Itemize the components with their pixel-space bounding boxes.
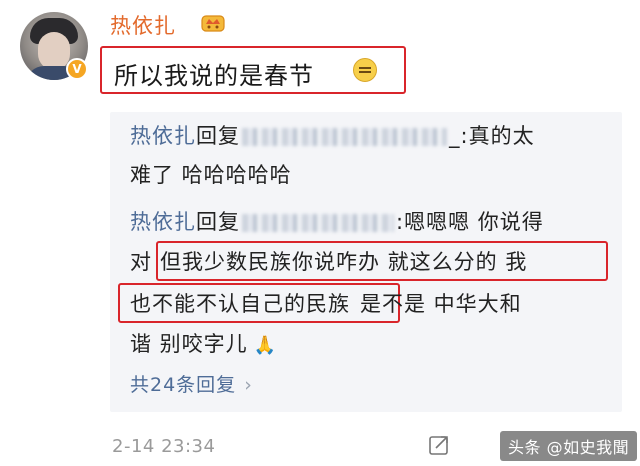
reply-2-text-1: :嗯嗯嗯 你说得 (396, 210, 544, 234)
more-replies-label: 共24条回复 (130, 374, 237, 396)
reply-2-line-1: 热依扎回复 :嗯嗯嗯 你说得 (130, 206, 544, 236)
reply-2-line-2: 对但我少数民族你说咋办 就这么分的 我 (130, 246, 527, 276)
reply-2-reply-word: 回复 (196, 210, 240, 234)
reply-2-text-2-pre: 对 (130, 250, 152, 274)
share-icon[interactable] (428, 434, 450, 456)
watermark: 头条 @如史我聞 (500, 431, 638, 461)
reply-1-user[interactable]: 热依扎 (130, 124, 196, 148)
reply-2-text-4: 谐 别咬字儿 (130, 332, 248, 356)
post-text: 所以我说的是春节 (114, 62, 314, 90)
pray-emoji-icon: 🙏 (253, 335, 278, 356)
reply-2-text-3-post: 是不是 中华大和 (360, 292, 522, 316)
speechless-face-icon (353, 58, 377, 82)
crown-icon (201, 15, 225, 32)
reply-1-line-1: 热依扎回复 _:真的太 (130, 120, 535, 150)
reply-2-line-4: 谐 别咬字儿 🙏 (130, 328, 277, 358)
blurred-username (242, 214, 394, 232)
username[interactable]: 热依扎 (110, 10, 176, 40)
verified-badge-icon: V (66, 58, 88, 80)
reply-2-user[interactable]: 热依扎 (130, 210, 196, 234)
more-replies-link[interactable]: 共24条回复 › (130, 370, 253, 397)
blurred-username (242, 128, 447, 146)
timestamp: 2-14 23:34 (112, 436, 216, 457)
chevron-right-icon: › (244, 374, 253, 396)
reply-2-text-2-highlight: 但我少数民族你说咋办 就这么分的 我 (160, 250, 528, 274)
reply-1-text-1: _:真的太 (449, 124, 535, 148)
reply-2-text-3-highlight: 也不能不认自己的民族 (130, 292, 350, 316)
reply-1-reply-word: 回复 (196, 124, 240, 148)
reply-2-line-3: 也不能不认自己的民族 是不是 中华大和 (130, 288, 522, 318)
reply-1-line-2: 难了 哈哈哈哈哈 (130, 163, 292, 187)
